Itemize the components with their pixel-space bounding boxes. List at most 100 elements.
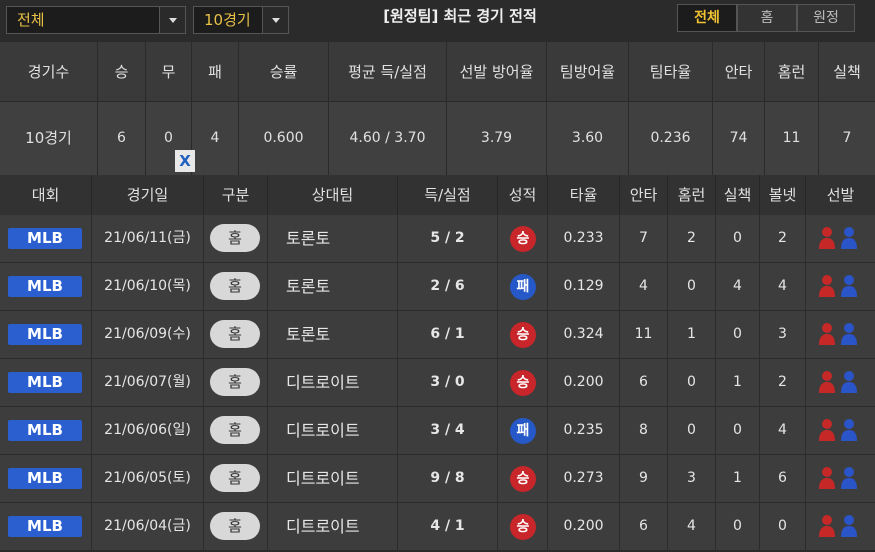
score-cell: 9 / 8 (398, 455, 498, 502)
league-badge[interactable]: MLB (8, 276, 82, 297)
result-badge: 패 (510, 418, 536, 444)
table-row[interactable]: MLB 21/06/09(수) 홈 토론토 6 / 1 승 0.324 11 1 0 3 (0, 311, 875, 359)
person-red-icon[interactable] (818, 370, 836, 394)
result-cell: 패 (498, 263, 548, 310)
column-header: 득/실점 (398, 175, 498, 215)
type-cell: 홈 (204, 263, 268, 310)
date-cell: 21/06/07(월) (92, 359, 204, 406)
league-cell: MLB (0, 407, 92, 454)
opponent-cell[interactable]: 토론토 (268, 311, 398, 358)
starter-cell (806, 215, 875, 262)
hits-cell: 11 (620, 311, 668, 358)
result-cell: 승 (498, 455, 548, 502)
type-cell: 홈 (204, 215, 268, 262)
tab-all[interactable]: 전체 (677, 4, 737, 32)
person-blue-icon[interactable] (840, 370, 858, 394)
league-badge[interactable]: MLB (8, 324, 82, 345)
person-blue-icon[interactable] (840, 514, 858, 538)
opponent-cell[interactable]: 디트로이트 (268, 503, 398, 550)
hits-cell: 4 (620, 263, 668, 310)
home-away-pill: 홈 (210, 272, 260, 300)
summary-header: 무 (146, 42, 192, 102)
column-header: 선발 (826, 186, 855, 204)
result-badge: 승 (510, 226, 536, 252)
avg-cell: 0.200 (548, 503, 620, 550)
person-red-icon[interactable] (818, 418, 836, 442)
column-header: 볼넷 (760, 175, 806, 215)
type-cell: 홈 (204, 407, 268, 454)
summary-value: 74 (713, 102, 765, 175)
summary-header: 안타 (713, 42, 765, 102)
result-cell: 패 (498, 407, 548, 454)
starter-cell (806, 263, 875, 310)
person-red-icon[interactable] (818, 514, 836, 538)
err-cell: 4 (716, 263, 760, 310)
starter-cell (806, 503, 875, 550)
league-cell: MLB (0, 503, 92, 550)
hr-cell: 0 (668, 407, 716, 454)
summary-header: 홈런 (765, 42, 819, 102)
summary-header: 실책 (819, 42, 875, 102)
date-cell: 21/06/09(수) (92, 311, 204, 358)
bb-cell: 2 (760, 215, 806, 262)
hr-cell: 2 (668, 215, 716, 262)
score-cell: 3 / 4 (398, 407, 498, 454)
league-cell: MLB (0, 359, 92, 406)
person-blue-icon[interactable] (840, 226, 858, 250)
result-cell: 승 (498, 215, 548, 262)
score-cell: 6 / 1 (398, 311, 498, 358)
league-badge[interactable]: MLB (8, 468, 82, 489)
close-icon[interactable]: X (175, 150, 195, 172)
league-badge[interactable]: MLB (8, 228, 82, 249)
game-count-value: 10경기 (204, 11, 251, 29)
summary-value: 7 (819, 102, 875, 175)
summary-header: 평균 득/실점 (329, 42, 447, 102)
league-cell: MLB (0, 215, 92, 262)
table-row[interactable]: MLB 21/06/07(월) 홈 디트로이트 3 / 0 승 0.200 6 0 1 2 (0, 359, 875, 407)
column-header: 성적 (498, 175, 548, 215)
filter-select[interactable]: 전체 (6, 6, 186, 34)
summary-value: 0.600 (239, 102, 329, 175)
starter-cell (806, 359, 875, 406)
person-red-icon[interactable] (818, 226, 836, 250)
summary-header: 승률 (239, 42, 329, 102)
opponent-cell[interactable]: 디트로이트 (268, 359, 398, 406)
summary-header: 팀방어율 (547, 42, 629, 102)
home-away-pill: 홈 (210, 224, 260, 252)
person-red-icon[interactable] (818, 466, 836, 490)
table-row[interactable]: MLB 21/06/10(목) 홈 토론토 2 / 6 패 0.129 4 0 4 4 (0, 263, 875, 311)
chevron-down-icon[interactable] (262, 7, 288, 33)
err-cell: 0 (716, 215, 760, 262)
game-count-select[interactable]: 10경기 (193, 6, 289, 34)
person-blue-icon[interactable] (840, 418, 858, 442)
person-blue-icon[interactable] (840, 466, 858, 490)
league-badge[interactable]: MLB (8, 516, 82, 537)
chevron-down-icon[interactable] (159, 7, 185, 33)
tab-home[interactable]: 홈 (737, 4, 797, 32)
person-blue-icon[interactable] (840, 274, 858, 298)
bb-cell: 6 (760, 455, 806, 502)
opponent-cell[interactable]: 토론토 (268, 215, 398, 262)
column-header: 상대팀 (268, 175, 398, 215)
column-header: 홈런 (668, 175, 716, 215)
league-badge[interactable]: MLB (8, 420, 82, 441)
table-row[interactable]: MLB 21/06/06(일) 홈 디트로이트 3 / 4 패 0.235 8 0 0 4 (0, 407, 875, 455)
date-cell: 21/06/11(금) (92, 215, 204, 262)
person-blue-icon[interactable] (840, 322, 858, 346)
hits-cell: 7 (620, 215, 668, 262)
summary-value: 11 (765, 102, 819, 175)
table-row[interactable]: MLB 21/06/11(금) 홈 토론토 5 / 2 승 0.233 7 2 0 2 (0, 215, 875, 263)
tab-away[interactable]: 원정 (797, 4, 855, 32)
table-row[interactable]: MLB 21/06/04(금) 홈 디트로이트 4 / 1 승 0.200 6 4 0 0 (0, 503, 875, 551)
league-badge[interactable]: MLB (8, 372, 82, 393)
person-red-icon[interactable] (818, 274, 836, 298)
opponent-cell[interactable]: 디트로이트 (268, 455, 398, 502)
page-title: [원정팀] 최근 경기 전적 (383, 7, 537, 25)
result-cell: 승 (498, 359, 548, 406)
opponent-cell[interactable]: 토론토 (268, 263, 398, 310)
person-red-icon[interactable] (818, 322, 836, 346)
table-row[interactable]: MLB 21/06/05(토) 홈 디트로이트 9 / 8 승 0.273 9 3 1 6 (0, 455, 875, 503)
home-away-pill: 홈 (210, 464, 260, 492)
opponent-cell[interactable]: 디트로이트 (268, 407, 398, 454)
league-cell: MLB (0, 455, 92, 502)
